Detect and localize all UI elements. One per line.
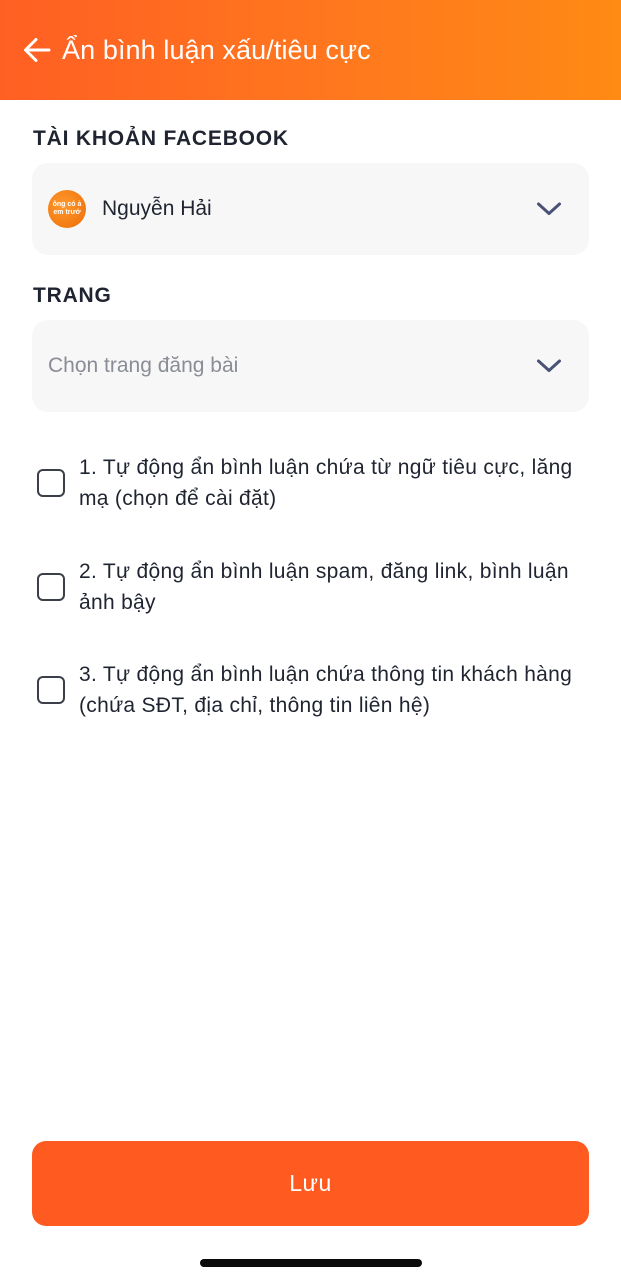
page-label: TRANG bbox=[33, 284, 112, 307]
avatar-text-line-2: em trướ bbox=[53, 209, 81, 216]
facebook-account-label: TÀI KHOẢN FACEBOOK bbox=[33, 127, 289, 150]
option-label: 3. Tự động ẩn bình luận chứa thông tin k… bbox=[79, 663, 573, 717]
chevron-down-icon bbox=[535, 195, 563, 223]
facebook-account-select[interactable]: ông có ả em trướ Nguyễn Hải bbox=[32, 163, 589, 255]
back-button[interactable] bbox=[20, 33, 54, 67]
checkbox-icon[interactable] bbox=[37, 676, 65, 704]
page-select-placeholder: Chọn trang đăng bài bbox=[48, 354, 239, 377]
option-hide-spam[interactable]: 2. Tự động ẩn bình luận spam, đăng link,… bbox=[37, 556, 587, 618]
option-hide-customer-info[interactable]: 3. Tự động ẩn bình luận chứa thông tin k… bbox=[37, 659, 587, 721]
save-button[interactable]: Lưu bbox=[32, 1141, 589, 1226]
option-hide-negative-words[interactable]: 1. Tự động ẩn bình luận chứa từ ngữ tiêu… bbox=[37, 452, 587, 514]
avatar: ông có ả em trướ bbox=[48, 190, 86, 228]
checkbox-icon[interactable] bbox=[37, 469, 65, 497]
app-header: Ẩn bình luận xấu/tiêu cực bbox=[0, 0, 621, 100]
option-label: 2. Tự động ẩn bình luận spam, đăng link,… bbox=[79, 560, 569, 614]
avatar-text-line-1: ông có ả bbox=[52, 201, 82, 208]
checkbox-icon[interactable] bbox=[37, 573, 65, 601]
option-label: 1. Tự động ẩn bình luận chứa từ ngữ tiêu… bbox=[79, 456, 573, 510]
hide-negative-comments-screen: Ẩn bình luận xấu/tiêu cực TÀI KHOẢN FACE… bbox=[0, 0, 621, 1280]
arrow-left-icon bbox=[24, 38, 51, 62]
chevron-down-icon bbox=[535, 352, 563, 380]
home-indicator bbox=[200, 1259, 422, 1267]
page-select[interactable]: Chọn trang đăng bài bbox=[32, 320, 589, 412]
page-title: Ẩn bình luận xấu/tiêu cực bbox=[62, 34, 371, 65]
selected-account-name: Nguyễn Hải bbox=[102, 197, 212, 220]
